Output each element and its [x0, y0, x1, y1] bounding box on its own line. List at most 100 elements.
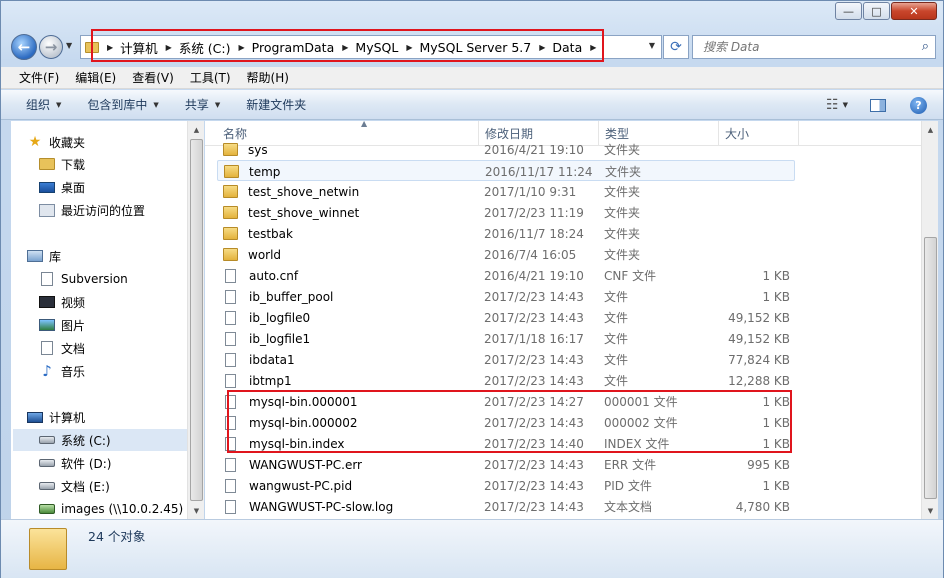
menu-view[interactable]: 查看(V)	[124, 69, 182, 86]
table-row[interactable]: sys 2016/4/21 19:10 文件夹	[217, 139, 795, 160]
chevron-right-icon[interactable]: ▶	[590, 43, 596, 52]
search-box[interactable]: ⌕	[692, 35, 936, 59]
nav-network-drive[interactable]: images (\\10.0.2.45) (V	[39, 498, 203, 519]
view-options-icon[interactable]: ☷	[826, 97, 839, 113]
back-button[interactable]: ←	[11, 34, 37, 60]
share-button[interactable]: 共享 ▼	[172, 96, 233, 113]
file-date: 2017/2/23 14:43	[484, 457, 584, 472]
file-name: sys	[223, 139, 268, 160]
address-bar[interactable]: ▶ 计算机 ▶ 系统 (C:) ▶ ProgramData ▶ MySQL ▶ …	[80, 35, 662, 59]
chevron-right-icon[interactable]: ▶	[406, 43, 412, 52]
nav-music[interactable]: ♪ 音乐	[39, 360, 203, 382]
table-row[interactable]: mysql-bin.000002 2017/2/23 14:43 000002 文件…	[217, 412, 795, 433]
menu-file[interactable]: 文件(F)	[11, 69, 67, 86]
menu-help[interactable]: 帮助(H)	[239, 69, 297, 86]
library-icon	[27, 250, 43, 262]
nav-computer[interactable]: 计算机	[27, 406, 203, 428]
scroll-down-icon[interactable]: ▼	[188, 502, 205, 519]
table-row[interactable]: mysql-bin.index 2017/2/23 14:40 INDEX 文件 1 …	[217, 433, 795, 454]
table-row[interactable]: auto.cnf 2016/4/21 19:10 CNF 文件 1 KB	[217, 265, 795, 286]
scroll-up-icon[interactable]: ▲	[188, 121, 205, 138]
file-name-text: ib_logfile1	[249, 331, 311, 346]
command-bar-right: ☷ ▼ ?	[826, 90, 943, 120]
file-name-text: mysql-bin.000002	[249, 415, 358, 430]
breadcrumb-item[interactable]: Data	[552, 40, 582, 55]
chevron-down-icon: ▼	[214, 100, 221, 109]
recent-pages-dropdown[interactable]: ▼	[66, 41, 72, 50]
table-row[interactable]: wangwust-PC.pid 2017/2/23 14:43 PID 文件 1 KB	[217, 475, 795, 496]
chevron-right-icon[interactable]: ▶	[239, 43, 245, 52]
table-row[interactable]: ibtmp1 2017/2/23 14:43 文件 12,288 KB	[217, 370, 795, 391]
scroll-down-icon[interactable]: ▼	[922, 502, 939, 519]
nav-favorites[interactable]: ★ 收藏夹	[27, 131, 203, 153]
nav-drive-d[interactable]: 软件 (D:)	[39, 452, 203, 474]
table-row[interactable]: test_shove_winnet 2017/2/23 11:19 文件夹	[217, 202, 795, 223]
scroll-up-icon[interactable]: ▲	[922, 121, 939, 138]
table-row[interactable]: mysql-bin.000001 2017/2/23 14:27 000001 文件…	[217, 391, 795, 412]
organize-button[interactable]: 组织 ▼	[13, 96, 74, 113]
table-row[interactable]: world 2016/7/4 16:05 文件夹	[217, 244, 795, 265]
nav-drive-c[interactable]: 系统 (C:)	[13, 429, 189, 451]
nav-desktop[interactable]: 桌面	[39, 176, 203, 198]
table-row[interactable]: testbak 2016/11/7 18:24 文件夹	[217, 223, 795, 244]
nav-subversion[interactable]: Subversion	[39, 268, 203, 290]
file-size: 49,152 KB	[728, 310, 790, 325]
nav-label: 软件 (D:)	[61, 456, 112, 471]
search-icon[interactable]: ⌕	[922, 39, 929, 54]
nav-libraries[interactable]: 库	[27, 245, 203, 267]
file-name: ib_logfile1	[223, 328, 310, 349]
search-input[interactable]	[703, 40, 903, 54]
view-dropdown[interactable]: ▼	[843, 101, 848, 109]
file-icon	[225, 394, 236, 409]
file-type: 文件	[604, 290, 629, 304]
table-row[interactable]: WANGWUST-PC-slow.log 2017/2/23 14:43 文本文档 4…	[217, 496, 795, 517]
nav-pictures[interactable]: 图片	[39, 314, 203, 336]
include-in-library-button[interactable]: 包含到库中 ▼	[74, 96, 171, 113]
chevron-right-icon[interactable]: ▶	[539, 43, 545, 52]
help-icon[interactable]: ?	[910, 96, 927, 114]
address-history-dropdown[interactable]: ▼	[649, 41, 655, 50]
table-row[interactable]: temp 2016/11/17 11:24 文件夹	[217, 160, 795, 181]
breadcrumb-item[interactable]: 计算机	[120, 38, 158, 57]
scrollbar-thumb[interactable]	[190, 139, 203, 501]
new-folder-label: 新建文件夹	[246, 98, 307, 112]
desktop-icon	[39, 181, 55, 193]
nav-drive-e[interactable]: 文档 (E:)	[39, 475, 203, 497]
scrollbar-thumb[interactable]	[924, 237, 937, 499]
breadcrumb-item[interactable]: 系统 (C:)	[179, 38, 231, 57]
file-list-scrollbar[interactable]: ▲ ▼	[921, 121, 938, 519]
nav-recent-places[interactable]: 最近访问的位置	[39, 199, 203, 221]
table-row[interactable]: ib_buffer_pool 2017/2/23 14:43 文件 1 KB	[217, 286, 795, 307]
file-name-text: world	[248, 247, 282, 262]
file-name-text: ib_logfile0	[249, 310, 311, 325]
nav-downloads[interactable]: 下载	[39, 153, 203, 175]
maximize-button[interactable]: □	[863, 2, 890, 20]
file-name: world	[223, 244, 281, 265]
chevron-right-icon[interactable]: ▶	[166, 43, 172, 52]
table-row[interactable]: WANGWUST-PC.err 2017/2/23 14:43 ERR 文件 995 …	[217, 454, 795, 475]
navigation-scrollbar[interactable]: ▲ ▼	[187, 121, 204, 519]
forward-button[interactable]: →	[39, 35, 63, 59]
table-row[interactable]: ibdata1 2017/2/23 14:43 文件 77,824 KB	[217, 349, 795, 370]
table-row[interactable]: test_shove_netwin 2017/1/10 9:31 文件夹	[217, 181, 795, 202]
chevron-right-icon[interactable]: ▶	[342, 43, 348, 52]
minimize-button[interactable]: —	[835, 2, 862, 20]
refresh-button[interactable]: ⟳	[663, 35, 689, 59]
file-type: 文件夹	[604, 227, 641, 241]
close-button[interactable]: ✕	[891, 2, 937, 20]
breadcrumb-item[interactable]: MySQL	[355, 40, 398, 55]
table-row[interactable]: ib_logfile0 2017/2/23 14:43 文件 49,152 KB	[217, 307, 795, 328]
menu-edit[interactable]: 编辑(E)	[67, 69, 124, 86]
nav-documents[interactable]: 文档	[39, 337, 203, 359]
table-row[interactable]: ib_logfile1 2017/1/18 16:17 文件 49,152 KB	[217, 328, 795, 349]
nav-videos[interactable]: 视频	[39, 291, 203, 313]
chevron-right-icon[interactable]: ▶	[107, 43, 113, 52]
file-name: test_shove_winnet	[223, 202, 359, 223]
file-name-text: wangwust-PC.pid	[249, 478, 353, 493]
new-folder-button[interactable]: 新建文件夹	[233, 96, 319, 113]
picture-icon	[39, 319, 55, 331]
breadcrumb-item[interactable]: MySQL Server 5.7	[419, 40, 531, 55]
menu-tools[interactable]: 工具(T)	[182, 69, 239, 86]
preview-pane-icon[interactable]	[870, 98, 886, 112]
breadcrumb-item[interactable]: ProgramData	[252, 40, 335, 55]
